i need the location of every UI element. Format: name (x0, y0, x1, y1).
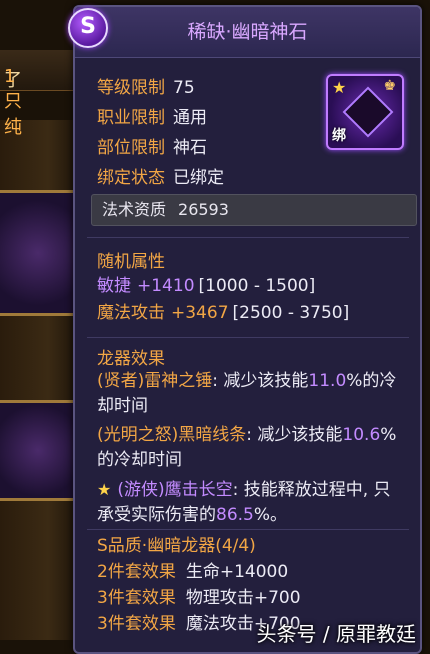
dragon-effect-title: 龙器效果 (97, 349, 165, 369)
random-stat-magic-attack: 魔法攻击 +3467 [2500 - 3750] (97, 303, 350, 323)
random-stat-agility: 敏捷 +1410 [1000 - 1500] (97, 276, 316, 296)
bound-label: 绑 (332, 128, 346, 144)
dark-gem-icon (342, 86, 394, 138)
dragon-effect-1: (贤者)雷神之锤: 减少该技能11.0%的冷却时间 (97, 371, 397, 416)
background-message-strip: 了 1只纯 (0, 50, 80, 138)
star-icon: ★ (97, 480, 112, 499)
set-bonus-3: 3件套效果 物理攻击+700 (97, 588, 301, 608)
attr-slot-limit: 部位限制 神石 (97, 138, 207, 158)
magic-aptitude-label: 法术资质 (102, 200, 167, 219)
dragon-effect-2: (光明之怒)黑暗线条: 减少该技能10.6%的冷却时间 (97, 425, 397, 470)
attr-level-limit: 等级限制 75 (97, 78, 195, 98)
watermark: 头条号 / 原罪教廷 (256, 622, 416, 646)
grade-s-badge-icon: S (68, 8, 108, 48)
attr-bind-status: 绑定状态 已绑定 (97, 168, 224, 188)
item-tooltip: 稀缺·幽暗神石 等级限制 75 职业限制 通用 部位限制 神石 绑定状态 已绑定 ★ ♚… (73, 5, 422, 654)
star-icon: ★ (332, 78, 347, 97)
set-title: S品质·幽暗龙器(4/4) (97, 536, 256, 556)
divider (87, 337, 409, 338)
item-gem-icon: ★ ♚ 绑 (326, 74, 404, 150)
divider (87, 529, 409, 530)
crown-icon: ♚ (383, 78, 396, 94)
divider (87, 237, 409, 238)
item-title: 稀缺·幽暗神石 (75, 7, 420, 58)
set-bonus-2: 2件套效果 生命+14000 (97, 562, 289, 582)
random-attr-title: 随机属性 (97, 252, 165, 272)
attr-class-limit: 职业限制 通用 (97, 108, 207, 128)
magic-aptitude-value: 26593 (178, 200, 229, 219)
dragon-effect-3: ★ (游侠)鹰击长空: 技能释放过程中, 只承受实际伤害的86.5%。 (97, 477, 407, 528)
magic-aptitude-box: 法术资质 26593 (91, 194, 417, 226)
